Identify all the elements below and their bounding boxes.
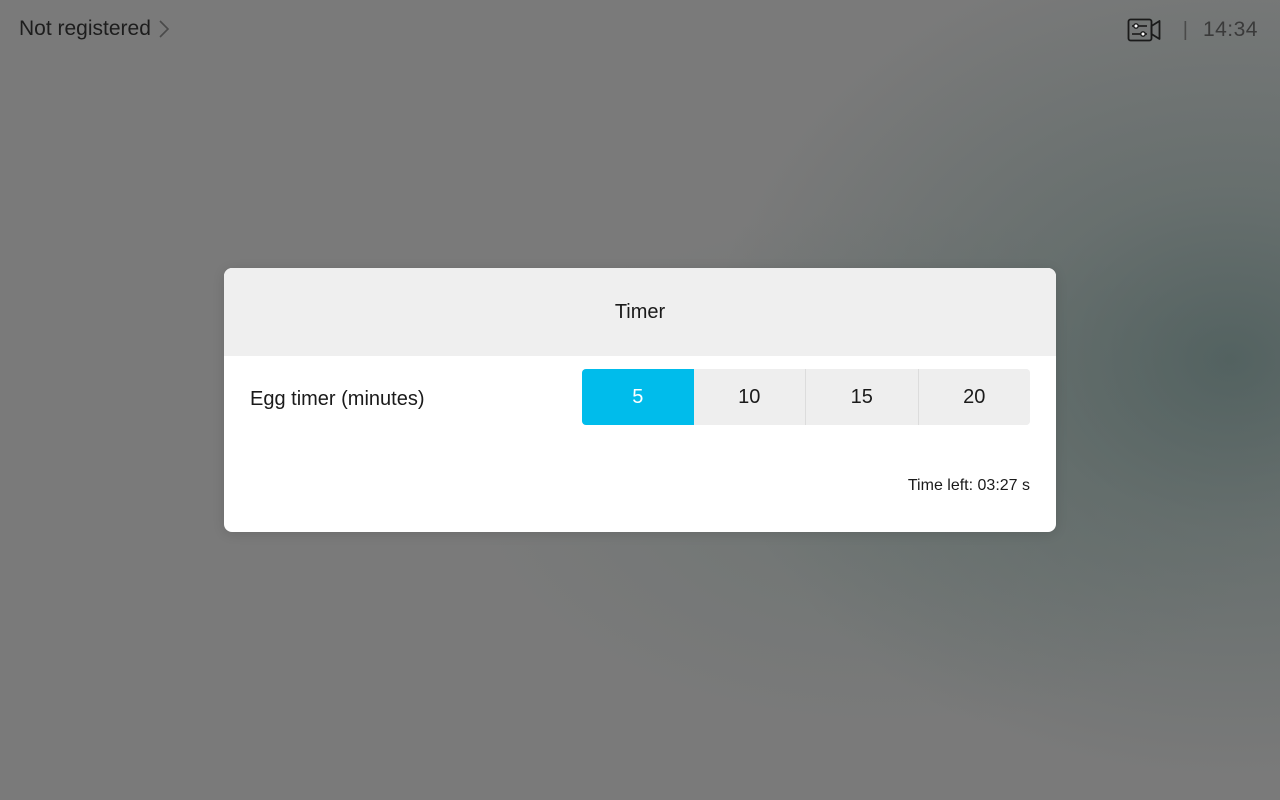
minutes-option-10[interactable]: 10 (693, 369, 805, 425)
clock: 14:34 (1202, 18, 1258, 41)
dialog-title: Timer (614, 300, 666, 323)
minutes-option-5[interactable]: 5 (582, 369, 694, 425)
registration-status-label: Not registered (19, 17, 151, 40)
minutes-segmented-control: 5 10 15 20 (582, 369, 1030, 425)
minutes-option-15[interactable]: 15 (805, 369, 918, 425)
time-left-text: Time left: 03:27 s (907, 477, 1030, 494)
timer-dialog: Timer Egg timer (minutes) 5 10 15 20 Tim… (224, 268, 1056, 532)
chevron-right-icon (159, 20, 170, 38)
status-bar: Not registered | 14:34 (0, 0, 1280, 60)
camera-controls-icon[interactable] (1127, 17, 1161, 43)
egg-timer-label: Egg timer (minutes) (250, 388, 425, 410)
registration-status-button[interactable]: Not registered (19, 16, 171, 42)
dialog-header: Timer (224, 268, 1056, 356)
egg-timer-row: Egg timer (minutes) 5 10 15 20 (224, 369, 1056, 425)
status-bar-right: | 14:34 (1127, 14, 1258, 46)
minutes-option-20[interactable]: 20 (917, 369, 1030, 425)
status-separator: | (1182, 18, 1188, 41)
